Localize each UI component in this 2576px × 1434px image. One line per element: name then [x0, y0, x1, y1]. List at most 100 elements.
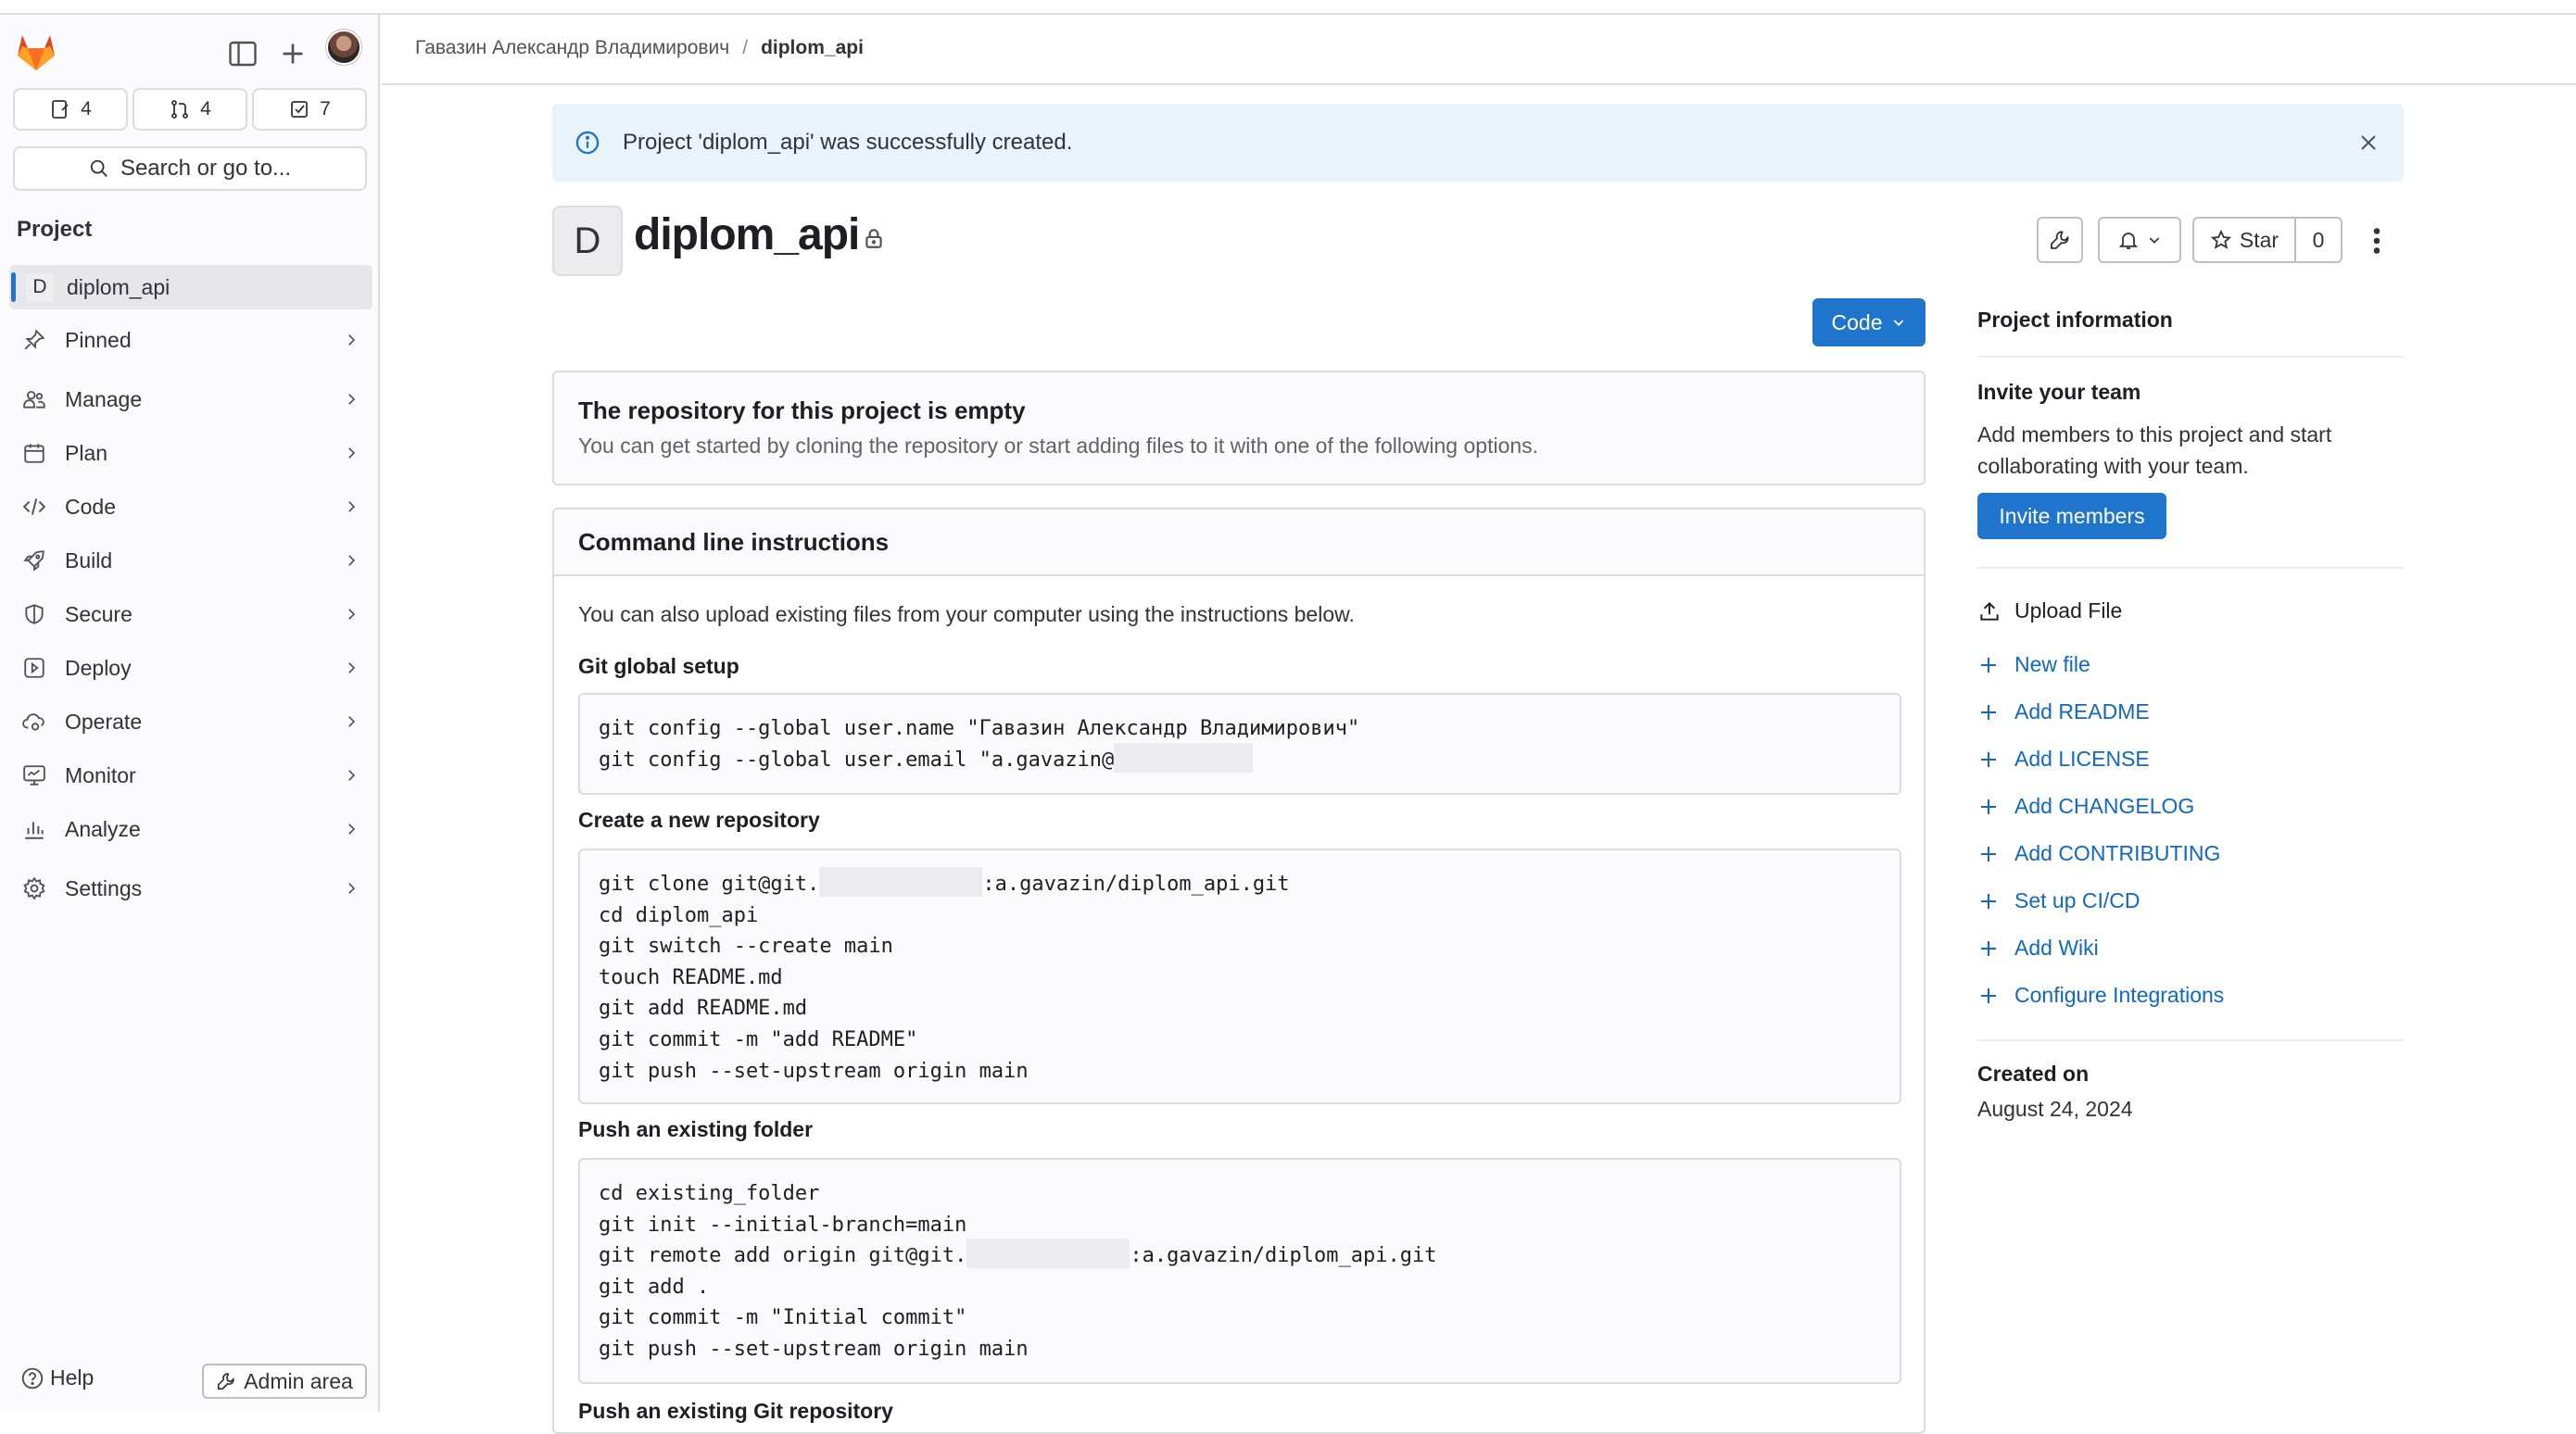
cli-title: Command line instructions	[578, 528, 890, 556]
more-actions-icon[interactable]	[2367, 224, 2387, 258]
settings-wrench-button[interactable]	[2037, 217, 2083, 263]
chevron-right-icon	[348, 501, 356, 512]
code-line: git remote add origin git@git.	[599, 1244, 967, 1268]
link-label: Add LICENSE	[2014, 747, 2150, 771]
star-count-value: 0	[2312, 227, 2325, 252]
star-button[interactable]: Star	[2192, 217, 2296, 263]
merge-requests-count: 4	[200, 98, 211, 120]
add-contributing-link[interactable]: Add CONTRIBUTING	[1977, 841, 2220, 866]
sidebar-item-plan[interactable]: Plan	[9, 430, 373, 476]
sidebar-item-operate[interactable]: Operate	[9, 698, 373, 745]
question-icon	[21, 1367, 44, 1389]
issues-icon	[52, 100, 69, 119]
sidebar-item-build[interactable]: Build	[9, 537, 373, 584]
divider	[1977, 356, 2404, 358]
sidebar-item-secure[interactable]: Secure	[9, 591, 373, 637]
link-label: Add Wiki	[2014, 936, 2099, 960]
new-file-link[interactable]: New file	[1977, 652, 2090, 677]
plus-icon	[1981, 940, 1996, 956]
todos-count: 7	[320, 98, 331, 120]
wrench-icon	[218, 1373, 234, 1390]
link-label: Add CONTRIBUTING	[2014, 841, 2221, 865]
link-label: Configure Integrations	[2014, 983, 2225, 1007]
search-button[interactable]: Search or go to...	[13, 146, 367, 191]
existing-folder-heading: Push an existing folder	[578, 1117, 814, 1141]
admin-area-button[interactable]: Admin area	[202, 1364, 367, 1399]
plus-icon	[1981, 799, 1996, 814]
star-count[interactable]: 0	[2294, 217, 2342, 263]
code-button-label: Code	[1831, 309, 1883, 334]
info-icon	[575, 131, 600, 155]
setup-cicd-link[interactable]: Set up CI/CD	[1977, 888, 2140, 913]
invite-members-button[interactable]: Invite members	[1977, 493, 2166, 539]
project-badge: D	[26, 273, 54, 301]
new-repo-code[interactable]: git clone git@git.:a.gavazin/diplom_api.…	[578, 849, 1901, 1104]
code-dropdown-button[interactable]: Code	[1812, 298, 1926, 346]
project-information-title: Project information	[1977, 308, 2173, 332]
sidebar-item-monitor[interactable]: Monitor	[9, 752, 373, 799]
code-line: :a.gavazin/diplom_api.git	[982, 873, 1290, 896]
sidebar-item-deploy[interactable]: Deploy	[9, 645, 373, 691]
user-avatar[interactable]	[326, 30, 361, 65]
sidebar-item-code[interactable]: Code	[9, 484, 373, 530]
sidebar: 4 4 7 Search or go to... Project D diplo…	[0, 15, 380, 1412]
close-icon[interactable]	[2357, 132, 2380, 154]
command-line-instructions: Command line instructions You can also u…	[552, 508, 1926, 1434]
breadcrumb-project[interactable]: diplom_api	[761, 37, 864, 59]
add-wiki-link[interactable]: Add Wiki	[1977, 936, 2099, 961]
settings-icon	[23, 876, 45, 900]
sidebar-item-pinned[interactable]: Pinned	[9, 317, 373, 363]
todos-counter[interactable]: 7	[252, 88, 367, 131]
code-lines: git add . git commit -m "Initial commit"…	[599, 1275, 1029, 1361]
sidebar-item-analyze[interactable]: Analyze	[9, 806, 373, 852]
notifications-dropdown[interactable]	[2098, 217, 2181, 263]
rocket-icon	[23, 550, 44, 572]
sidebar-item-label: Deploy	[65, 655, 132, 680]
active-indicator	[11, 272, 16, 302]
divider	[1977, 567, 2404, 569]
add-license-link[interactable]: Add LICENSE	[1977, 747, 2150, 772]
existing-folder-code[interactable]: cd existing_folder git init --initial-br…	[578, 1158, 1901, 1384]
sidebar-item-label: Code	[65, 494, 116, 519]
sidebar-item-manage[interactable]: Manage	[9, 376, 373, 422]
sidebar-item-settings[interactable]: Settings	[9, 865, 373, 912]
link-label: New file	[2014, 652, 2090, 676]
chevron-right-icon	[348, 447, 356, 459]
sidebar-item-label: Build	[65, 547, 113, 572]
invite-heading: Invite your team	[1977, 380, 2141, 404]
success-alert: Project 'diplom_api' was successfully cr…	[552, 104, 2404, 182]
add-changelog-link[interactable]: Add CHANGELOG	[1977, 794, 2194, 819]
chevron-right-icon	[348, 883, 356, 894]
add-readme-link[interactable]: Add README	[1977, 699, 2150, 724]
calendar-icon	[24, 444, 44, 463]
gitlab-logo-icon[interactable]	[15, 31, 57, 72]
redacted-block	[966, 1239, 1130, 1269]
monitor-icon	[23, 765, 45, 786]
project-avatar: D	[552, 206, 623, 276]
todo-icon	[291, 101, 309, 118]
sidebar-toggle-icon[interactable]	[226, 37, 259, 70]
sidebar-item-label: Manage	[65, 386, 143, 411]
sidebar-item-project[interactable]: D diplom_api	[9, 265, 373, 309]
git-global-setup-code[interactable]: git config --global user.name "Гавазин А…	[578, 693, 1901, 795]
created-on-label: Created on	[1977, 1062, 2090, 1086]
plus-icon[interactable]	[276, 37, 309, 70]
help-button[interactable]: Help	[20, 1365, 94, 1390]
sidebar-item-label: Pinned	[65, 327, 132, 352]
chevron-down-icon	[1894, 320, 1904, 326]
code-line: git config --global user.email "a.gavazi…	[599, 748, 1115, 772]
star-icon	[2210, 229, 2232, 249]
sidebar-item-label: Secure	[65, 601, 133, 626]
chevron-right-icon	[348, 555, 356, 566]
cloud-gear-icon	[22, 713, 44, 731]
issues-counter[interactable]: 4	[13, 88, 128, 131]
breadcrumb-owner[interactable]: Гавазин Александр Владимирович	[415, 37, 729, 59]
upload-file-button[interactable]: Upload File	[1977, 598, 2122, 623]
configure-integrations-link[interactable]: Configure Integrations	[1977, 983, 2224, 1008]
upload-icon	[1980, 601, 1999, 621]
new-repo-heading: Create a new repository	[578, 808, 820, 832]
merge-requests-counter[interactable]: 4	[133, 88, 247, 131]
invite-text: Add members to this project and start co…	[1977, 422, 2332, 478]
deployments-icon	[24, 658, 44, 678]
breadcrumb-separator: /	[742, 37, 749, 58]
